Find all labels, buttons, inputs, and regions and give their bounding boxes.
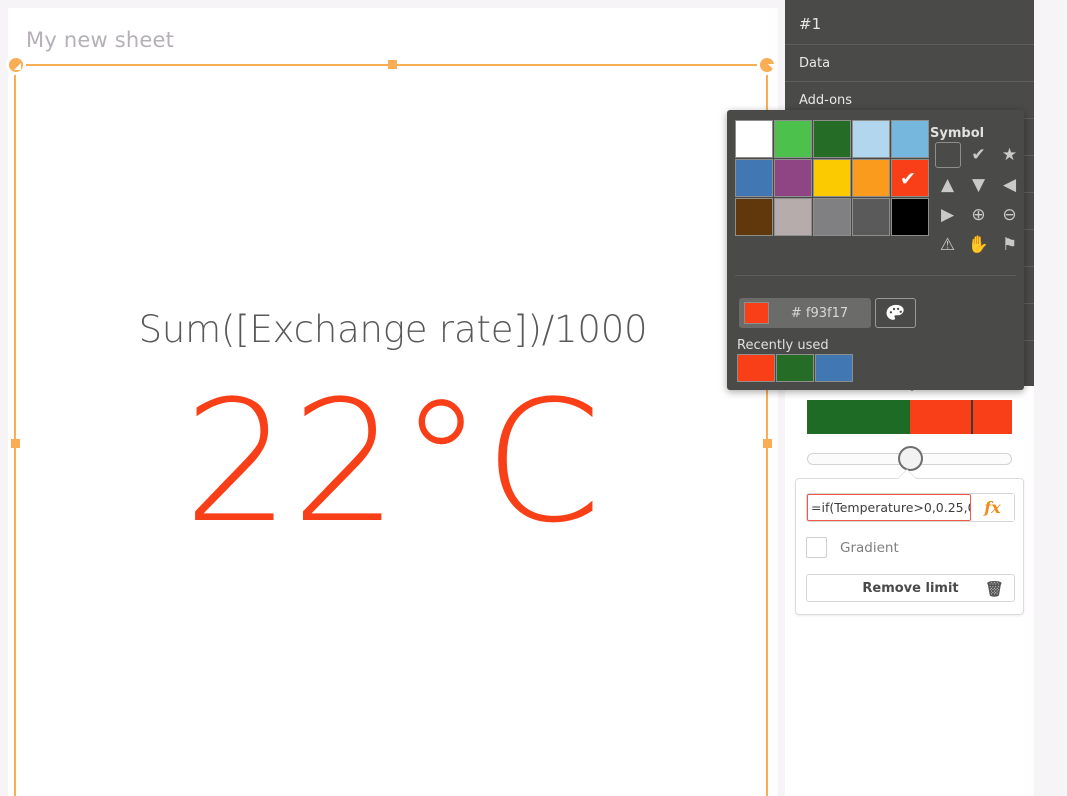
appearance-section: =if(Temperature>0,0.25,0 fx Gradient Rem… <box>785 382 1034 796</box>
recent-color-swatch[interactable] <box>815 354 853 382</box>
card-notch <box>898 470 916 479</box>
selection-handle-top-left[interactable] <box>6 55 26 75</box>
triangle-up-left-icon <box>14 63 21 70</box>
color-swatch[interactable] <box>852 198 890 236</box>
panel-row-object-id[interactable]: #1 <box>785 0 1034 45</box>
limit-expression-input[interactable]: =if(Temperature>0,0.25,0 <box>807 494 971 521</box>
limit-slider-thumb[interactable] <box>897 446 923 471</box>
palette-icon <box>886 304 904 320</box>
color-swatch[interactable] <box>735 198 773 236</box>
recently-used-grid[interactable] <box>737 354 853 382</box>
panel-row-label: #1 <box>799 15 822 33</box>
color-swatch[interactable] <box>813 120 851 158</box>
hand-symbol[interactable]: ✋ <box>965 232 993 258</box>
qlik-sense-editor: My new sheet Sum([Exchange rate])/1000 2… <box>0 0 1067 796</box>
panel-row-label: Add-ons <box>799 93 853 108</box>
colorbar-segment <box>807 400 910 434</box>
sheet-title[interactable]: My new sheet <box>26 28 174 52</box>
color-swatch-grid[interactable]: ✔ <box>735 120 929 236</box>
color-picker-popup[interactable]: ✔ Symbol ✔ ★ ▲ ▼ ◀ ▶ ⊕ ⊖ ⚠ ✋ ⚑ # f93f17 Recently u… <box>727 110 1024 390</box>
warning-symbol[interactable]: ⚠ <box>934 232 962 258</box>
limit-colorbar[interactable] <box>807 400 1012 434</box>
color-swatch[interactable] <box>774 159 812 197</box>
selection-left-border <box>14 64 16 796</box>
triangle-up-symbol[interactable]: ▲ <box>934 172 962 198</box>
hex-color-chip <box>744 302 769 324</box>
check-symbol[interactable]: ✔ <box>965 142 993 168</box>
gradient-label: Gradient <box>840 539 899 556</box>
panel-row-label: Data <box>799 56 831 71</box>
color-swatch[interactable] <box>774 198 812 236</box>
custom-palette-button[interactable] <box>875 298 916 328</box>
triangle-right-symbol[interactable]: ▶ <box>934 202 962 228</box>
check-icon: ✔ <box>900 168 916 190</box>
color-swatch[interactable] <box>852 120 890 158</box>
star-symbol[interactable]: ★ <box>996 142 1024 168</box>
trash-icon[interactable]: 🗑 <box>985 580 1004 598</box>
picker-divider <box>735 275 1016 276</box>
color-swatch[interactable] <box>813 198 851 236</box>
hex-color-value[interactable]: # f93f17 <box>769 306 870 321</box>
selection-handle-right-center[interactable] <box>763 439 772 448</box>
none-symbol[interactable] <box>934 142 961 168</box>
colorbar-segment <box>909 400 971 434</box>
canvas-area: My new sheet Sum([Exchange rate])/1000 2… <box>0 0 785 796</box>
symbol-grid[interactable]: ✔ ★ ▲ ▼ ◀ ▶ ⊕ ⊖ ⚠ ✋ ⚑ <box>932 140 1025 260</box>
flag-symbol[interactable]: ⚑ <box>996 232 1024 258</box>
selection-handle-top-center[interactable] <box>388 60 397 69</box>
panel-row-data[interactable]: Data <box>785 45 1034 82</box>
color-swatch[interactable] <box>852 159 890 197</box>
color-swatch[interactable] <box>813 159 851 197</box>
triangle-left-symbol[interactable]: ◀ <box>996 172 1024 198</box>
recent-color-swatch[interactable] <box>737 354 775 382</box>
hex-color-row[interactable]: # f93f17 <box>739 298 871 328</box>
triangle-down-symbol[interactable]: ▼ <box>965 172 993 198</box>
expression-editor-button[interactable]: fx <box>971 494 1014 521</box>
color-swatch[interactable] <box>735 120 773 158</box>
kpi-measure-label: Sum([Exchange rate])/1000 <box>138 308 648 351</box>
limit-expression-row: =if(Temperature>0,0.25,0 fx <box>806 493 1015 522</box>
symbol-section-title: Symbol <box>930 126 985 141</box>
color-swatch[interactable]: ✔ <box>891 159 929 197</box>
remove-limit-button[interactable]: Remove limit 🗑 <box>806 574 1015 602</box>
color-swatch[interactable] <box>774 120 812 158</box>
kpi-value: 22°C <box>183 364 603 560</box>
colorbar-segment <box>973 400 1012 434</box>
selection-handle-top-right[interactable] <box>757 55 777 75</box>
gradient-checkbox[interactable] <box>806 537 827 558</box>
gradient-option-row[interactable]: Gradient <box>806 537 899 558</box>
remove-limit-label: Remove limit <box>862 580 959 596</box>
color-swatch[interactable] <box>891 198 929 236</box>
selection-handle-left-center[interactable] <box>11 439 20 448</box>
sheet-surface[interactable]: My new sheet Sum([Exchange rate])/1000 2… <box>8 8 778 796</box>
color-swatch[interactable] <box>735 159 773 197</box>
triangle-down-right-icon <box>768 64 775 71</box>
color-swatch[interactable] <box>891 120 929 158</box>
plus-circle-symbol[interactable]: ⊕ <box>965 202 993 228</box>
recently-used-label: Recently used <box>737 338 829 353</box>
recent-color-swatch[interactable] <box>776 354 814 382</box>
limit-settings-card: =if(Temperature>0,0.25,0 fx Gradient Rem… <box>795 470 1024 615</box>
minus-circle-symbol[interactable]: ⊖ <box>996 202 1024 228</box>
